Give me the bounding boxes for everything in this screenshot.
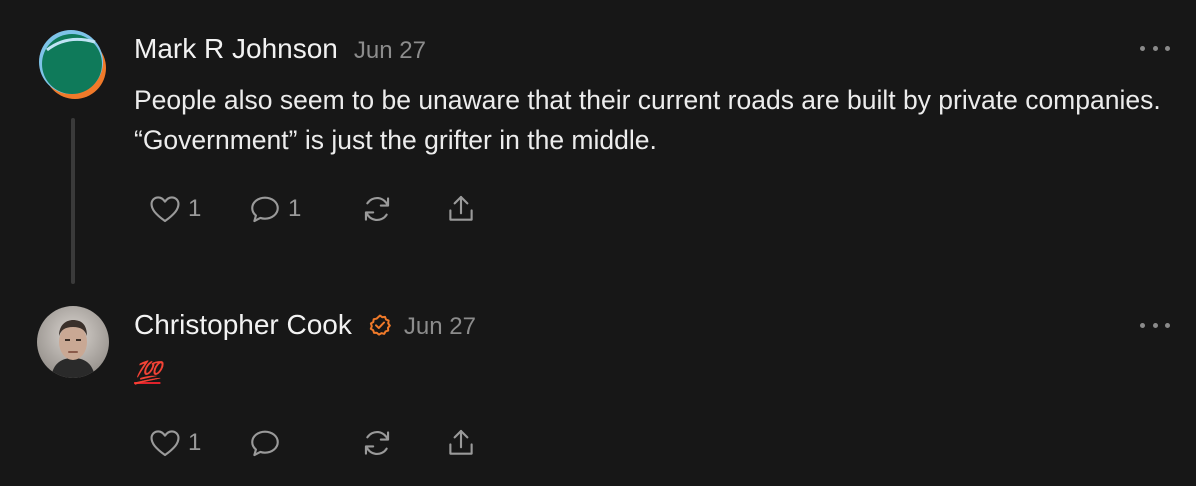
heart-icon [150, 430, 180, 457]
more-options-icon[interactable] [1140, 43, 1170, 53]
restack-button[interactable] [360, 426, 444, 460]
comment-christopher-cook: Christopher Cook Jun 27 💯 1 [0, 300, 1196, 486]
reply-button[interactable]: 1 [248, 192, 360, 226]
comment-actions: 1 [148, 426, 478, 460]
colorful-circle-avatar-icon [39, 30, 106, 99]
avatar[interactable] [37, 28, 109, 100]
comment-body: 💯 [134, 360, 161, 385]
author-name[interactable]: Christopher Cook [134, 309, 352, 341]
more-options-icon[interactable] [1140, 320, 1170, 330]
comment-body: People also seem to be unaware that thei… [134, 85, 1161, 155]
comment-mark-r-johnson: Mark R Johnson Jun 27 People also seem t… [0, 0, 1196, 300]
speech-bubble-icon [251, 430, 279, 457]
heart-icon [150, 196, 180, 223]
thread-line [71, 118, 75, 284]
restack-arrows-icon [364, 431, 390, 455]
person-photo-avatar-icon [37, 306, 109, 378]
reply-count: 1 [288, 195, 302, 222]
comment-date[interactable]: Jun 27 [404, 313, 476, 341]
share-upload-icon [449, 195, 473, 221]
like-button[interactable]: 1 [148, 426, 248, 460]
restack-button[interactable] [360, 192, 444, 226]
comment-header: Christopher Cook Jun 27 [134, 309, 476, 341]
verified-badge-icon [369, 314, 391, 336]
comment-date[interactable]: Jun 27 [354, 37, 426, 65]
comment-actions: 1 1 [148, 192, 478, 226]
share-button[interactable] [444, 426, 478, 460]
reply-button[interactable] [248, 426, 360, 460]
restack-arrows-icon [364, 197, 390, 221]
speech-bubble-icon [251, 196, 279, 223]
share-button[interactable] [444, 192, 478, 226]
author-name[interactable]: Mark R Johnson [134, 33, 338, 65]
like-count: 1 [188, 195, 202, 222]
share-upload-icon [449, 429, 473, 455]
like-count: 1 [188, 429, 202, 456]
avatar[interactable] [37, 306, 109, 378]
like-button[interactable]: 1 [148, 192, 248, 226]
comment-header: Mark R Johnson Jun 27 [134, 33, 426, 65]
